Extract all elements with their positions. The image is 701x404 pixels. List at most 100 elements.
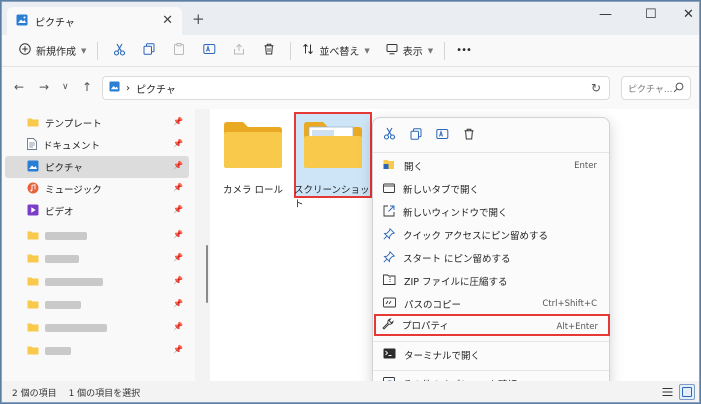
navigation-pane: テンプレート 📌 ドキュメント 📌 ピクチャ 📌 ミュージック 📌 ビデオ 📌 … [2,109,195,381]
pin-icon [383,250,396,266]
terminal-icon [383,348,396,362]
redacted-label [45,278,103,286]
new-tab-button[interactable]: + [192,10,205,28]
menu-item-pin-quick-access[interactable]: クイック アクセスにピン留めする [377,224,607,246]
folder-icon [27,299,39,312]
tab-pictures[interactable]: ピクチャ ✕ [7,7,182,35]
sidebar-item-templates[interactable]: テンプレート 📌 [5,112,189,134]
video-icon [27,204,39,219]
redacted-label [45,324,107,332]
tab-title: ピクチャ [35,17,75,29]
pictures-icon [16,14,28,29]
divider [97,41,99,60]
title-bar: ピクチャ ✕ + — ☐ ✕ [2,2,699,35]
new-button-label: 新規作成 [36,47,76,58]
close-window-button[interactable]: ✕ [683,7,694,22]
paste-button[interactable] [164,39,194,63]
up-button[interactable]: ↑ [82,80,92,94]
sidebar-item-redacted[interactable]: 📌 [5,294,189,316]
menu-item-open[interactable]: 開く Enter [377,155,607,177]
folder-screenshots[interactable]: スクリーンショット [294,111,372,210]
menu-item-label: 新しいウィンドウで開く [403,208,508,219]
rename-icon [203,43,216,58]
tab-close-button[interactable]: ✕ [162,13,173,28]
pin-icon [383,227,396,243]
menu-item-open-new-tab[interactable]: 新しいタブで開く [377,178,607,200]
redacted-label [45,255,79,263]
new-tab-icon [383,182,395,196]
pin-icon: 📌 [173,139,183,148]
copy-icon[interactable] [410,127,422,143]
menu-item-properties[interactable]: プロパティ Alt+Enter [374,314,610,336]
cut-button[interactable] [104,39,134,63]
rename-button[interactable] [194,39,224,63]
view-icon [386,43,398,58]
sort-button[interactable]: 並べ替え ▼ [297,39,374,63]
redacted-label [45,301,81,309]
pin-icon: 📌 [173,299,183,308]
sidebar-item-label: テンプレート [45,119,102,130]
sort-button-label: 並べ替え [319,47,360,58]
share-button[interactable] [224,39,254,63]
sidebar-item-label: ピクチャ [45,163,83,174]
menu-item-label: プロパティ [402,321,449,332]
sidebar-item-pictures[interactable]: ピクチャ 📌 [5,156,189,178]
sidebar-item-redacted[interactable]: 📌 [5,248,189,270]
folder-label: カメラ ロール [222,185,284,196]
zip-folder-icon [383,274,396,288]
folder-icon [303,121,363,172]
refresh-button[interactable]: ↻ [591,81,601,95]
sidebar-item-music[interactable]: ミュージック 📌 [5,178,189,200]
recent-locations-button[interactable]: ∨ [62,82,69,92]
more-options-button[interactable]: ••• [451,39,476,63]
pin-icon: 📌 [173,183,183,192]
menu-shortcut: Ctrl+Shift+C [542,299,597,309]
folder-camera-roll[interactable]: カメラ ロール [214,111,292,197]
plus-circle-icon [19,43,31,58]
redacted-label [45,232,87,240]
menu-item-open-terminal[interactable]: ターミナルで開く [377,344,607,366]
scissors-icon [113,43,126,59]
search-icon [673,82,684,96]
large-icons-view-button[interactable] [679,384,695,400]
delete-button[interactable] [254,39,284,63]
menu-item-compress-zip[interactable]: ZIP ファイルに圧縮する [377,270,607,292]
sidebar-item-videos[interactable]: ビデオ 📌 [5,200,189,222]
sidebar-item-redacted[interactable]: 📌 [5,340,189,362]
sidebar-item-redacted[interactable]: 📌 [5,271,189,293]
menu-item-label: スタート にピン留めする [403,254,511,265]
sidebar-item-redacted[interactable]: 📌 [5,317,189,339]
open-folder-icon [383,159,396,173]
view-button[interactable]: 表示 ▼ [381,39,438,63]
pin-icon: 📌 [173,230,183,239]
menu-item-open-new-window[interactable]: 新しいウィンドウで開く [377,201,607,223]
sidebar-scrollbar[interactable] [206,245,208,303]
sidebar-item-documents[interactable]: ドキュメント 📌 [5,134,189,156]
selected-count: 1 個の項目を選択 [68,389,141,399]
folder-icon [27,253,39,266]
menu-item-pin-start[interactable]: スタート にピン留めする [377,247,607,269]
forward-button[interactable]: → [39,80,49,94]
pin-icon: 📌 [173,205,183,214]
menu-divider [373,370,609,371]
menu-divider [373,341,609,342]
rename-icon[interactable] [436,128,449,143]
folder-icon [27,117,39,130]
new-button[interactable]: 新規作成 ▼ [14,39,91,63]
breadcrumb-pictures[interactable]: ピクチャ [136,81,176,96]
address-bar[interactable]: › ピクチャ ↻ [102,76,610,100]
copy-button[interactable] [134,39,164,63]
menu-item-copy-path[interactable]: パスのコピー Ctrl+Shift+C [377,293,607,315]
sidebar-item-redacted[interactable]: 📌 [5,225,189,247]
chevron-down-icon: ▼ [81,46,87,55]
back-button[interactable]: ← [14,80,24,94]
trash-icon[interactable] [463,128,475,143]
minimize-button[interactable]: — [599,7,612,22]
maximize-button[interactable]: ☐ [645,7,657,22]
navigation-row: ← → ∨ ↑ › ピクチャ ↻ ピクチャ... [2,67,699,109]
chevron-down-icon: ▼ [364,46,370,55]
scissors-icon[interactable] [383,127,396,143]
search-input[interactable]: ピクチャ... [621,76,691,100]
menu-item-label: ZIP ファイルに圧縮する [404,277,508,288]
details-view-button[interactable] [659,384,675,400]
